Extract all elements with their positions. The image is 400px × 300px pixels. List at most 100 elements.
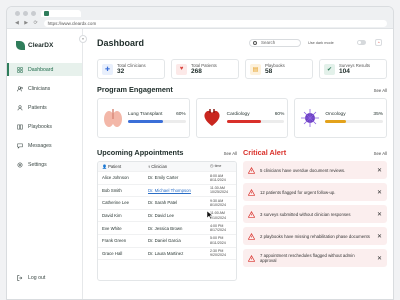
patient-cell: Bob Smith [102, 187, 122, 193]
close-icon[interactable]: ✕ [377, 167, 382, 174]
stat-card-surveys-results[interactable]: ✔ Surveys Results 104 [319, 59, 387, 79]
heart-organ-icon [204, 109, 220, 126]
window-controls[interactable] [15, 11, 36, 16]
back-forward-icon[interactable]: ◀ ▶ ⟳ [15, 20, 40, 26]
patient-cell: Frank Green [102, 238, 127, 244]
stat-value: 268 [191, 68, 202, 75]
stethoscope-icon: ✚ [102, 63, 113, 75]
column-header-label: time [214, 164, 222, 169]
program-percent: 60% [176, 112, 186, 117]
url-field[interactable]: https://www.cleardx.com [43, 19, 387, 27]
close-icon[interactable]: ✕ [377, 211, 382, 218]
program-card-oncology[interactable]: Oncology 35% [294, 98, 388, 138]
sidebar-item-messages[interactable]: Messages [7, 139, 82, 152]
column-header[interactable]: 👤 Patient [98, 164, 148, 169]
sidebar-item-playbooks[interactable]: Playbooks [7, 120, 82, 133]
appointments-title: Upcoming Appointments [97, 148, 184, 157]
playbook-icon: ▤ [250, 63, 261, 75]
program-card-lung-transplant[interactable]: Lung Transplant 60% [97, 98, 190, 138]
table-row[interactable]: David Kim Dr. David Lee 11:00 AM 9/10/2024 [98, 210, 236, 223]
column-header-label: Patient [108, 164, 122, 169]
patient-cell: David Kim [102, 213, 122, 219]
table-row[interactable]: Catherine Lee Dr. Sarah Patel 9:30 AM 8/10… [98, 197, 236, 210]
alerts-see-all-link[interactable]: See All [374, 151, 387, 156]
program-name: Lung Transplant [128, 112, 163, 117]
stat-text: Total Clinicians 32 [117, 63, 146, 75]
program-name: Cardiology [226, 112, 250, 117]
alerts-panel: Critical Alert See All 5 clinicians have… [243, 142, 387, 281]
alert-text: 12 patients flagged for urgent follow-up… [260, 189, 336, 195]
clinician-cell: Dr. David Lee [148, 213, 175, 219]
alert-item[interactable]: 3 surveys submitted without clinician re… [243, 205, 387, 223]
stat-value: 32 [117, 68, 125, 75]
patient-cell: Grace Hall [102, 250, 123, 256]
close-icon[interactable]: ✕ [377, 255, 382, 262]
browser-tab[interactable] [41, 10, 81, 17]
clinician-cell: Dr. Laura Martinez [148, 250, 184, 256]
progress-track [226, 120, 285, 123]
table-row[interactable]: Eve White Dr. Jessica Brown 4:00 PM 8/17/2… [98, 222, 236, 235]
clipboard-icon: ✔ [324, 63, 335, 75]
patient-cell: Eve White [102, 225, 122, 231]
table-header-row: 👤 Patient ⚕ Clinician ◷ time [98, 162, 236, 172]
progress-track [128, 120, 186, 123]
clinician-cell: Dr. Jessica Brown [148, 225, 183, 231]
program-card-cardiology[interactable]: Cardiology 60% [195, 98, 289, 138]
stat-card-playbooks[interactable]: ▤ Playbooks 58 [245, 59, 313, 79]
alert-item[interactable]: 12 patients flagged for urgent follow-up… [243, 183, 387, 201]
warning-icon [248, 232, 255, 240]
dark-mode-label: Use dark mode [308, 41, 334, 45]
appointments-table: 👤 Patient ⚕ Clinician ◷ time Alice Johnson D… [97, 161, 237, 281]
clinician-cell: Dr. Daniel Garcia [148, 238, 181, 244]
notification-icon[interactable]: ◔ [375, 39, 382, 46]
alert-text: 7 appointment reschedules flagged withou… [260, 253, 355, 263]
book-icon [17, 124, 23, 129]
sidebar-item-clinicians[interactable]: Clinicians [7, 82, 82, 95]
sidebar-item-label: Patients [28, 104, 47, 111]
engagement-see-all-link[interactable]: See All [374, 88, 387, 93]
sidebar-item-dashboard[interactable]: Dashboard [7, 63, 82, 76]
sidebar-item-label: Settings [28, 161, 47, 168]
close-icon[interactable]: ✕ [377, 233, 382, 240]
time-cell: 11:30 AM 10/25/2024 [210, 186, 228, 195]
lungs-icon [104, 109, 122, 127]
alert-item[interactable]: 5 clinicians have overdue document revie… [243, 161, 387, 179]
sidebar-item-patients[interactable]: Patients [7, 101, 82, 114]
column-header[interactable]: ⚕ Clinician [148, 164, 210, 169]
alerts-title: Critical Alert [243, 148, 287, 157]
program-percent: 35% [373, 112, 384, 117]
progress-fill [325, 120, 346, 123]
url-bar: ◀ ▶ ⟳ https://www.cleardx.com [15, 19, 387, 27]
program-name: Oncology [325, 112, 346, 117]
table-row[interactable]: Frank Green Dr. Daniel Garcia 5:00 PM 8/11… [98, 235, 236, 248]
table-row[interactable]: Grace Hall Dr. Laura Martinez 2:30 PM 9/20… [98, 248, 236, 261]
alert-item[interactable]: 7 appointment reschedules flagged withou… [243, 249, 387, 267]
alert-item[interactable]: 2 playbooks have missing rehabilitation … [243, 227, 387, 245]
sidebar-item-label: Messages [28, 142, 52, 149]
time-cell: 2:30 PM 9/20/2024 [210, 249, 226, 258]
time-cell: 8:00 AM 8/11/2024 [210, 173, 226, 182]
time-cell: 5:00 PM 8/11/2024 [210, 236, 226, 245]
appointments-see-all-link[interactable]: See All [224, 151, 237, 156]
column-header[interactable]: ◷ time [210, 164, 236, 169]
patient-cell: Catherine Lee [102, 200, 129, 206]
clinician-cell[interactable]: Dr. Michael Thompson [148, 188, 210, 193]
sidebar-item-settings[interactable]: Settings [7, 158, 82, 171]
table-row[interactable]: Bob Smith Dr. Michael Thompson 11:30 AM 10… [98, 185, 236, 198]
clinician-cell: Dr. Emily Carter [148, 175, 179, 181]
topbar: Dashboard Search Use dark mode ◔ [97, 29, 387, 53]
stat-card-total-patients[interactable]: ♥ Total Patients 268 [171, 59, 239, 79]
close-icon[interactable]: ✕ [377, 189, 382, 196]
program-cards: Lung Transplant 60% Cardiology 60% Oncology 3… [97, 98, 388, 138]
alerts-header: Critical Alert See All [243, 148, 387, 157]
logo-icon [16, 40, 25, 50]
stats-row: ✚ Total Clinicians 32 ♥ Total Patients 268 ▤ Pl… [97, 59, 387, 79]
logout-button[interactable]: Log out [17, 275, 45, 281]
search-input[interactable]: Search [249, 39, 301, 47]
brand-logo[interactable]: ClearDX [7, 29, 82, 53]
collapse-sidebar-button[interactable]: « [79, 35, 87, 43]
appointments-panel: Upcoming Appointments See All 👤 Patient ⚕… [97, 142, 237, 281]
stat-card-total-clinicians[interactable]: ✚ Total Clinicians 32 [97, 59, 165, 79]
table-row[interactable]: Alice Johnson Dr. Emily Carter 8:00 AM 8/1… [98, 172, 236, 185]
dark-mode-toggle[interactable] [357, 40, 366, 45]
